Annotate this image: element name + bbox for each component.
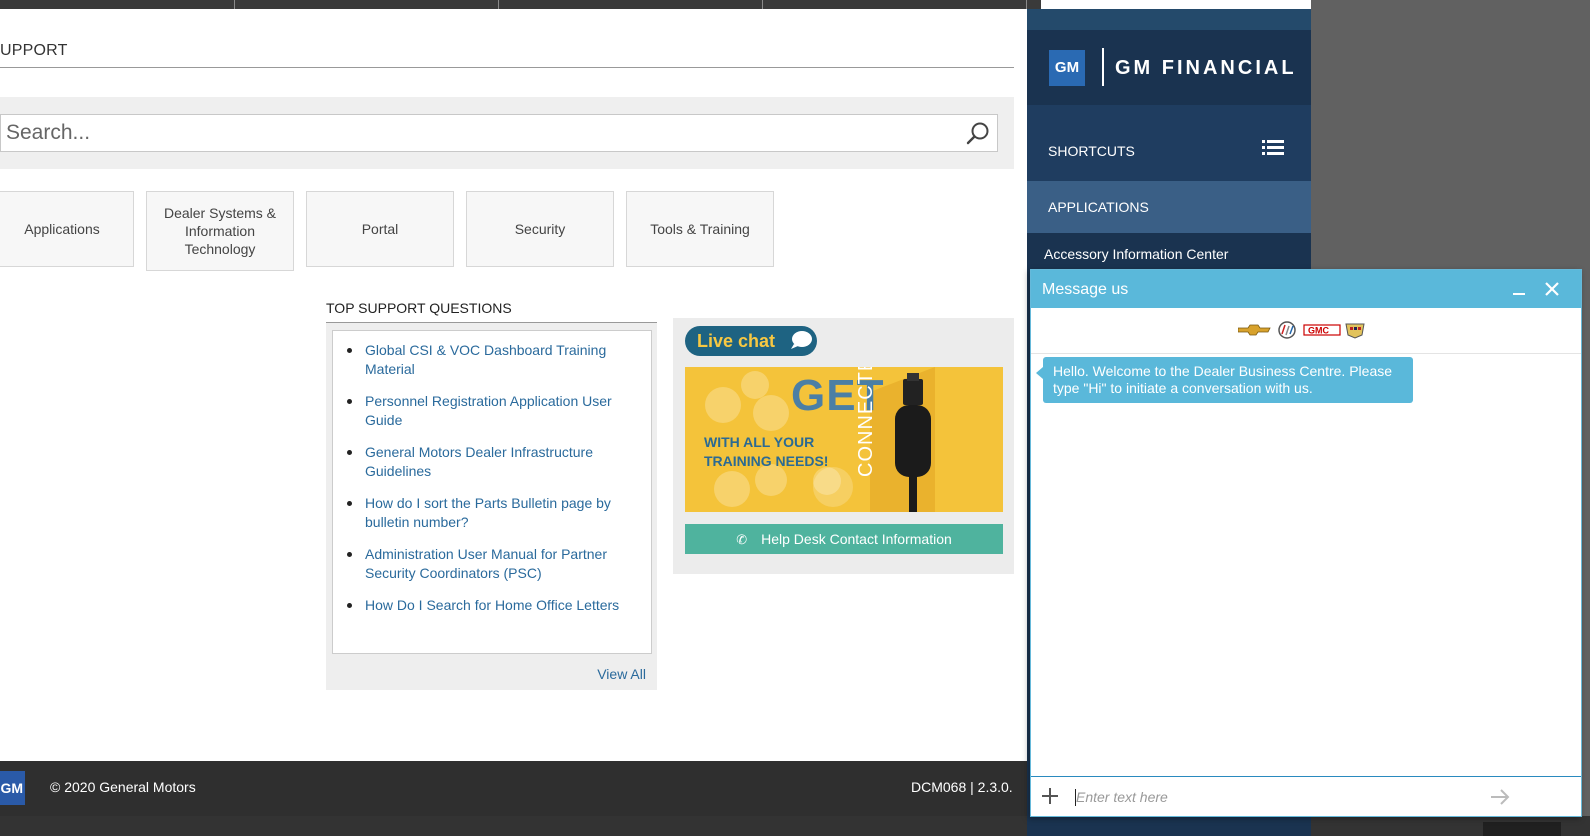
top-questions-list: Global CSI & VOC Dashboard Training Mate… <box>332 330 652 654</box>
category-portal[interactable]: Portal <box>306 191 454 267</box>
chat-compose <box>1031 776 1581 816</box>
category-label: Tools & Training <box>650 221 750 237</box>
question-link[interactable]: How Do I Search for Home Office Letters <box>345 596 643 615</box>
category-applications[interactable]: Applications <box>0 191 134 267</box>
banner-subtitle-line: TRAINING NEEDS! <box>704 453 829 469</box>
tab-separator <box>234 0 235 9</box>
sidebar-item-accessory-information-center[interactable]: Accessory Information Center <box>1044 246 1228 262</box>
sidebar-brand[interactable]: GM GM FINANCIAL <box>1027 30 1311 105</box>
question-link[interactable]: General Motors Dealer Infrastructure Gui… <box>345 443 643 481</box>
category-dealer-systems[interactable]: Dealer Systems & Information Technology <box>146 191 294 271</box>
list-icon[interactable] <box>1262 139 1284 157</box>
chevrolet-logo <box>1238 324 1271 336</box>
footer: GM © 2020 General Motors DCM068 | 2.3.0. <box>0 761 1027 816</box>
question-link[interactable]: Global CSI & VOC Dashboard Training Mate… <box>345 341 643 379</box>
banner-subtitle-line: WITH ALL YOUR <box>704 434 815 450</box>
send-arrow-icon[interactable] <box>1489 787 1511 807</box>
gm-logo: GM <box>0 771 25 805</box>
tab-separator <box>498 0 499 9</box>
promo-panel: Live chat GET WITH ALL YOUR TRAINING NEE… <box>673 318 1014 574</box>
page-title: UPPORT <box>0 42 68 59</box>
search-input[interactable] <box>1 115 951 151</box>
category-label: Applications <box>24 221 100 237</box>
bottom-strip <box>0 816 1590 836</box>
question-link[interactable]: Personnel Registration Application User … <box>345 392 643 430</box>
tab-separator <box>762 0 763 9</box>
helpdesk-contact-button[interactable]: ✆ Help Desk Contact Information <box>685 524 1003 554</box>
version-info: DCM068 | 2.3.0. <box>911 779 1013 795</box>
category-security[interactable]: Security <box>466 191 614 267</box>
chat-title: Message us <box>1042 281 1129 298</box>
tab-separator <box>1026 0 1027 9</box>
sidebar-top-strip <box>1027 9 1311 30</box>
category-label: Security <box>514 221 566 237</box>
live-chat-button[interactable]: Live chat <box>685 326 817 356</box>
category-label: Dealer Systems & Information Technology <box>163 205 277 257</box>
cadillac-logo <box>1345 323 1365 339</box>
attach-plus-icon[interactable] <box>1041 787 1059 805</box>
banner-subtitle: WITH ALL YOUR TRAINING NEEDS! <box>704 433 828 471</box>
welcome-message: Hello. Welcome to the Dealer Business Ce… <box>1036 357 1413 403</box>
category-label: Portal <box>361 221 399 237</box>
search-icon[interactable] <box>965 121 991 147</box>
search-box <box>0 114 998 152</box>
page: UPPORT Applications Dealer Systems & Inf… <box>0 0 1590 836</box>
gm-brands-logos: GMC <box>1238 321 1365 339</box>
shortcuts-label: SHORTCUTS <box>1048 143 1135 159</box>
brand-divider <box>1102 48 1104 86</box>
sidebar-applications[interactable]: APPLICATIONS <box>1027 181 1311 233</box>
top-questions-panel: Global CSI & VOC Dashboard Training Mate… <box>326 322 657 690</box>
gmc-logo: GMC <box>1303 324 1341 336</box>
category-tools-training[interactable]: Tools & Training <box>626 191 774 267</box>
helpdesk-label: Help Desk Contact Information <box>761 531 952 547</box>
chat-window: Message us GMC Hello. Welcome to the Dea… <box>1030 269 1582 817</box>
applications-label: APPLICATIONS <box>1048 199 1149 215</box>
training-banner[interactable]: GET WITH ALL YOUR TRAINING NEEDS! CONNEC… <box>685 367 1003 512</box>
buick-logo <box>1278 321 1296 339</box>
sidebar-shortcuts[interactable]: SHORTCUTS <box>1027 105 1311 181</box>
banner-connected: CONNECTED <box>855 367 877 477</box>
top-questions-title: TOP SUPPORT QUESTIONS <box>326 300 512 316</box>
view-all-link[interactable]: View All <box>597 666 646 682</box>
support-main: UPPORT Applications Dealer Systems & Inf… <box>0 9 1027 761</box>
search-area <box>0 97 1014 169</box>
minimize-icon[interactable] <box>1509 278 1529 300</box>
close-icon[interactable] <box>1541 278 1563 300</box>
brand-logos: GMC <box>1031 308 1581 354</box>
top-tab-bar <box>0 0 1041 9</box>
live-chat-label: Live chat <box>697 331 776 351</box>
chat-header: Message us <box>1031 270 1581 308</box>
phone-icon: ✆ <box>736 532 748 547</box>
question-link[interactable]: How do I sort the Parts Bulletin page by… <box>345 494 643 532</box>
title-divider <box>0 67 1014 68</box>
brand-name: GM FINANCIAL <box>1115 57 1297 79</box>
chat-message-input[interactable] <box>1076 783 1476 811</box>
copyright: © 2020 General Motors <box>50 779 196 795</box>
gm-logo: GM <box>1049 50 1085 86</box>
chat-bubble-icon <box>791 331 812 349</box>
question-link[interactable]: Administration User Manual for Partner S… <box>345 545 643 583</box>
bottom-strip-block <box>1483 822 1561 836</box>
svg-text:GMC: GMC <box>1308 326 1329 336</box>
